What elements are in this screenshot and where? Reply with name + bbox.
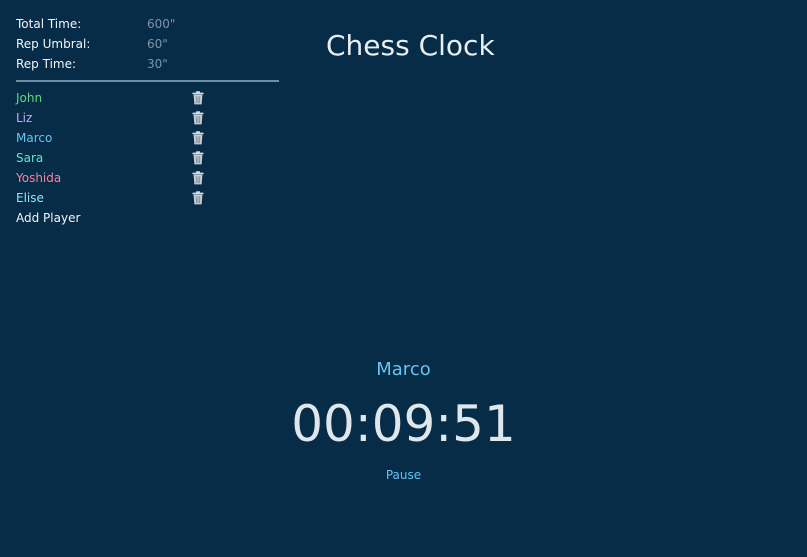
rep-umbral-label: Rep Umbral: <box>16 37 91 51</box>
clock-timer: 00:09:51 <box>291 395 516 453</box>
player-list: John Liz Marco Sara Yoshida Elise Add Pl… <box>16 88 216 228</box>
total-time-setting: Total Time: 600" <box>16 14 279 34</box>
player-row: Marco <box>16 128 216 148</box>
trash-icon[interactable] <box>192 91 204 105</box>
player-row: Elise <box>16 188 216 208</box>
trash-icon[interactable] <box>192 151 204 165</box>
player-name[interactable]: Elise <box>16 191 192 205</box>
settings-panel: Total Time: 600" Rep Umbral: 60" Rep Tim… <box>16 14 279 82</box>
page-title: Chess Clock <box>326 29 495 62</box>
trash-icon[interactable] <box>192 131 204 145</box>
rep-time-label: Rep Time: <box>16 57 77 71</box>
pause-button-wrapper: Pause <box>0 466 807 484</box>
total-time-value[interactable]: 600" <box>147 17 175 31</box>
total-time-label: Total Time: <box>16 17 82 31</box>
pause-button[interactable]: Pause <box>386 468 421 482</box>
player-name[interactable]: Marco <box>16 131 192 145</box>
player-name[interactable]: Sara <box>16 151 192 165</box>
player-name[interactable]: Yoshida <box>16 171 192 185</box>
rep-umbral-value[interactable]: 60" <box>147 37 168 51</box>
rep-time-value[interactable]: 30" <box>147 57 168 71</box>
trash-icon[interactable] <box>192 111 204 125</box>
rep-umbral-setting: Rep Umbral: 60" <box>16 34 279 54</box>
player-row: Yoshida <box>16 168 216 188</box>
player-row: John <box>16 88 216 108</box>
trash-icon[interactable] <box>192 171 204 185</box>
current-player-name: Marco <box>376 359 431 380</box>
trash-icon[interactable] <box>192 191 204 205</box>
settings-divider <box>16 80 279 82</box>
player-row: Sara <box>16 148 216 168</box>
player-row: Liz <box>16 108 216 128</box>
player-name[interactable]: Liz <box>16 111 192 125</box>
add-player-button[interactable]: Add Player <box>16 208 216 228</box>
rep-time-setting: Rep Time: 30" <box>16 54 279 74</box>
player-name[interactable]: John <box>16 91 192 105</box>
